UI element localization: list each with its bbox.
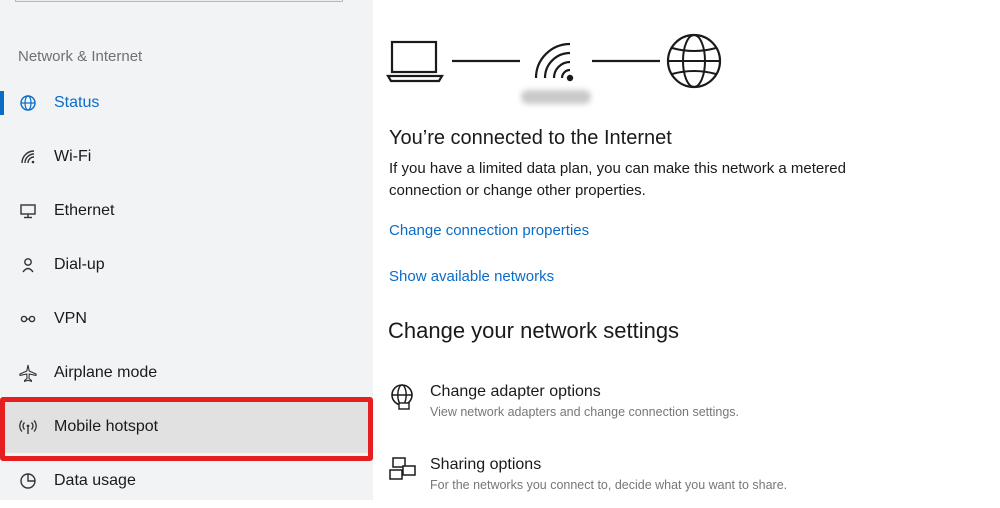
sidebar-item-label: Status: [54, 94, 100, 111]
data-usage-icon: [18, 471, 38, 491]
sidebar-item-wifi[interactable]: Wi-Fi: [0, 131, 373, 183]
sidebar-item-label: Data usage: [54, 472, 136, 489]
status-title: You’re connected to the Internet: [389, 127, 672, 149]
option-description: View network adapters and change connect…: [430, 405, 739, 419]
internet-globe-icon: [666, 33, 722, 89]
laptop-icon: [386, 40, 444, 83]
sidebar-item-label: Dial-up: [54, 256, 105, 273]
wifi-icon: [18, 147, 38, 167]
sharing-options[interactable]: Sharing options For the networks you con…: [389, 456, 989, 508]
sidebar-item-airplane-mode[interactable]: Airplane mode: [0, 347, 373, 399]
ethernet-icon: [18, 201, 38, 221]
main-content: You’re connected to the Internet If you …: [373, 0, 1000, 500]
dialup-icon: [18, 255, 38, 275]
sidebar-item-label: Ethernet: [54, 202, 115, 219]
change-adapter-options[interactable]: Change adapter options View network adap…: [389, 383, 989, 435]
sidebar-item-label: VPN: [54, 310, 87, 327]
adapter-globe-icon: [389, 383, 417, 411]
sidebar-item-label: Mobile hotspot: [54, 418, 159, 435]
sidebar-item-status[interactable]: Status: [0, 77, 373, 129]
vpn-icon: [18, 309, 38, 329]
sidebar-heading: Network & Internet: [18, 48, 143, 65]
sidebar-item-dialup[interactable]: Dial-up: [0, 239, 373, 291]
sidebar-item-label: Airplane mode: [54, 364, 158, 381]
hotspot-icon: [18, 417, 38, 437]
sidebar-item-vpn[interactable]: VPN: [0, 293, 373, 345]
wifi-signal-icon: [534, 42, 574, 82]
search-box[interactable]: [15, 0, 343, 2]
show-available-networks-link[interactable]: Show available networks: [389, 268, 554, 285]
sidebar-item-ethernet[interactable]: Ethernet: [0, 185, 373, 237]
network-name-blurred: [521, 90, 591, 104]
option-title: Change adapter options: [430, 383, 601, 400]
sidebar-item-mobile-hotspot[interactable]: Mobile hotspot: [0, 401, 373, 453]
globe-icon: [18, 93, 38, 113]
change-connection-properties-link[interactable]: Change connection properties: [389, 222, 589, 239]
sidebar-item-label: Wi-Fi: [54, 148, 92, 165]
active-indicator: [0, 91, 4, 115]
airplane-icon: [18, 363, 38, 383]
option-title: Sharing options: [430, 456, 542, 473]
status-description: If you have a limited data plan, you can…: [389, 160, 846, 199]
sharing-icon: [389, 456, 417, 484]
section-title: Change your network settings: [388, 318, 680, 343]
sidebar-item-data-usage[interactable]: Data usage: [0, 455, 373, 507]
sidebar: Network & Internet Status Wi-Fi Ethernet…: [0, 0, 373, 500]
option-description: For the networks you connect to, decide …: [430, 478, 788, 492]
